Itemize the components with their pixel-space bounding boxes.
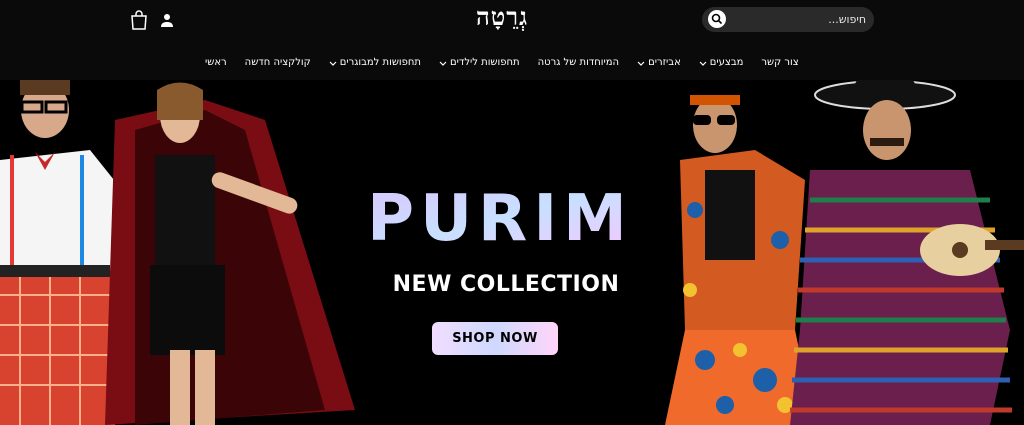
chevron-down-icon: [637, 59, 645, 66]
site-logo[interactable]: גְרֵטָה: [460, 2, 544, 32]
hero-banner[interactable]: PURIM NEW COLLECTION SHOP NOW: [0, 80, 1024, 425]
chevron-down-icon: [329, 59, 337, 66]
collection-subheadline: NEW COLLECTION: [392, 272, 620, 297]
purim-headline-text: PURIM: [367, 182, 633, 253]
shopping-bag-icon[interactable]: [130, 10, 148, 30]
search-bar: [702, 7, 874, 32]
nav-item-sales[interactable]: מבצעים: [699, 57, 743, 68]
search-input[interactable]: [730, 10, 866, 29]
nav-item-kids-costumes[interactable]: תחפושות לילדים: [439, 57, 520, 68]
user-icon[interactable]: [160, 12, 174, 27]
chevron-down-icon: [699, 59, 707, 66]
purim-headline: PURIM: [345, 178, 655, 256]
shop-now-button[interactable]: SHOP NOW: [432, 322, 558, 355]
nav-item-accessories[interactable]: אביזרים: [637, 57, 681, 68]
nav-item-greta-specials[interactable]: המיוחדות של גרטה: [538, 57, 619, 68]
nav-item-home[interactable]: ראשי: [205, 57, 227, 68]
nav-item-adult-costumes[interactable]: תחפושות למבוגרים: [329, 57, 421, 68]
chevron-down-icon: [439, 59, 447, 66]
search-icon[interactable]: [708, 10, 726, 28]
nav-item-new-collection[interactable]: קולקציה חדשה: [245, 57, 311, 68]
costume-model-vampire: [105, 82, 355, 425]
costume-model-mariachi: [790, 80, 1024, 425]
site-header: גְרֵטָה ראשי קולקציה חדשה תחפושות למבוגר…: [0, 0, 1024, 80]
nav-item-contact[interactable]: צור קשר: [761, 57, 798, 68]
main-nav: ראשי קולקציה חדשה תחפושות למבוגרים תחפוש…: [205, 54, 799, 70]
